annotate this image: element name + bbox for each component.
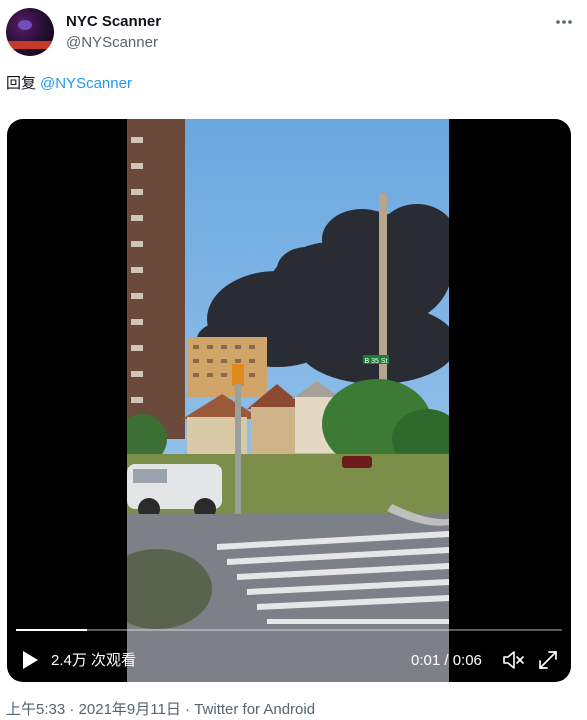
reply-prefix: 回复 <box>6 75 37 92</box>
avatar-band <box>8 41 52 49</box>
video-player[interactable]: B 35 St 2.4万 次观看 0:01 / 0:06 <box>7 119 571 682</box>
author-handle[interactable]: @NYScanner <box>66 33 161 53</box>
video-progress-bar[interactable] <box>16 629 562 631</box>
video-frame: B 35 St <box>127 119 449 682</box>
author-name[interactable]: NYC Scanner <box>66 12 161 32</box>
volume-button[interactable] <box>501 649 525 671</box>
video-controls: 2.4万 次观看 0:01 / 0:06 <box>7 645 571 675</box>
street-sign-label: B 35 St <box>365 358 388 365</box>
tweet-source-link[interactable]: Twitter for Android <box>194 701 315 718</box>
play-button[interactable] <box>21 650 39 670</box>
meta-separator: · <box>69 701 75 718</box>
tweet-time[interactable]: 上午5:33 <box>6 701 65 718</box>
play-icon <box>23 651 38 669</box>
reply-line: 回复 @NYScanner <box>6 75 132 93</box>
meta-separator-2: · <box>185 701 191 718</box>
more-button[interactable] <box>552 10 576 34</box>
video-time: 0:01 / 0:06 <box>411 652 482 669</box>
tweet-date[interactable]: 2021年9月11日 <box>79 701 181 718</box>
volume-muted-icon <box>503 651 524 669</box>
video-progress-fill <box>16 629 87 631</box>
view-count: 2.4万 次观看 <box>51 652 137 669</box>
fullscreen-icon <box>539 651 557 669</box>
fullscreen-button[interactable] <box>537 649 559 671</box>
more-icon <box>556 20 572 24</box>
avatar-glow <box>18 20 32 30</box>
reply-mention-link[interactable]: @NYScanner <box>40 75 132 92</box>
tweet-meta: 上午5:33 · 2021年9月11日 · Twitter for Androi… <box>6 701 315 719</box>
author-block[interactable]: NYC Scanner @NYScanner <box>66 12 161 53</box>
avatar[interactable] <box>6 8 54 56</box>
